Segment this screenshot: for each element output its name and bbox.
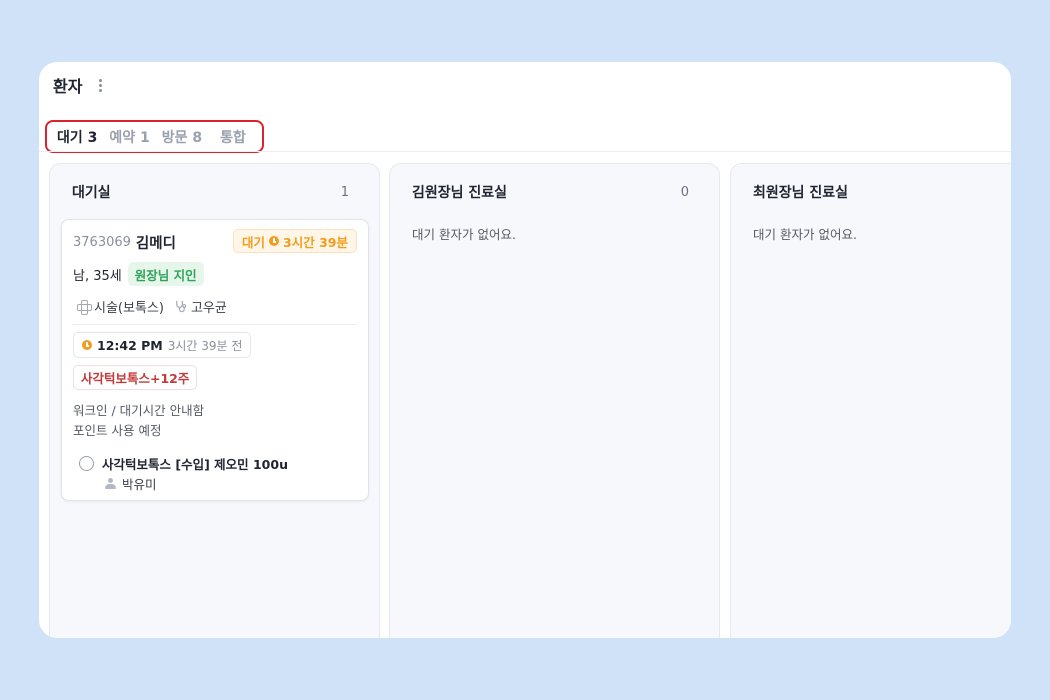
treatment-label: 시술(보톡스) — [94, 301, 164, 316]
card-divider — [73, 324, 357, 325]
tab-visit[interactable]: 방문 8 — [162, 127, 202, 147]
empty-message: 대기 환자가 없어요. — [412, 227, 516, 242]
stethoscope-icon — [176, 300, 187, 313]
column-count: 1 — [340, 184, 349, 200]
clock-icon — [269, 236, 280, 246]
user-icon — [105, 478, 116, 489]
time-chip: 12:42 PM 3시간 39분 전 — [73, 332, 252, 358]
doctor-name: 고우균 — [190, 301, 227, 316]
patient-panel: 환자 대기 3 예약 1 방문 8 통합 대기실 1 3763069 김메디 대… — [39, 62, 1011, 638]
status-badge: 대기 3시간 39분 — [233, 229, 357, 253]
status-time: 3시간 39분 — [283, 234, 348, 250]
header-divider — [39, 151, 1011, 152]
clock-icon — [82, 340, 92, 350]
column-title: 김원장님 진료실 — [412, 185, 508, 201]
column-waiting-room: 대기실 1 3763069 김메디 대기 3시간 39분 남, 35세 원장님 … — [49, 163, 380, 638]
patient-tag: 원장님 지인 — [127, 262, 204, 286]
treatment-info: 시술(보톡스) — [77, 297, 164, 316]
task-label: 사각턱보톡스 [수입] 제오민 100u — [102, 457, 288, 472]
tab-bar: 대기 3 예약 1 방문 8 통합 — [45, 120, 264, 153]
tab-reservation[interactable]: 예약 1 — [109, 127, 149, 147]
task-checkbox[interactable] — [79, 456, 94, 471]
time-ago: 3시간 39분 전 — [167, 338, 243, 353]
empty-message: 대기 환자가 없어요. — [753, 227, 857, 242]
column-count: 0 — [680, 184, 689, 200]
column-doctor-choi: 최원장님 진료실 대기 환자가 없어요. — [730, 163, 1011, 638]
arrival-time: 12:42 PM — [97, 337, 163, 353]
tab-waiting[interactable]: 대기 3 — [57, 127, 97, 147]
status-label: 대기 — [242, 234, 266, 250]
chart-number: 3763069 — [73, 235, 131, 250]
doctor-info: 고우균 — [174, 297, 227, 316]
page-title: 환자 — [53, 77, 83, 96]
tab-integrated[interactable]: 통합 — [220, 127, 246, 147]
medical-cross-icon — [77, 300, 92, 315]
memo-line: 포인트 사용 예정 — [73, 423, 162, 438]
memo-line: 워크인 / 대기시간 안내함 — [73, 403, 205, 418]
patient-name[interactable]: 김메디 — [136, 232, 176, 253]
assignee-name: 박유미 — [122, 477, 157, 492]
panel-header: 환자 — [53, 75, 106, 96]
column-title: 대기실 — [72, 185, 111, 201]
gender-age: 남, 35세 — [73, 268, 122, 284]
patient-card[interactable]: 3763069 김메디 대기 3시간 39분 남, 35세 원장님 지인 시술(… — [61, 219, 369, 501]
column-doctor-kim: 김원장님 진료실 0 대기 환자가 없어요. — [389, 163, 720, 638]
column-title: 최원장님 진료실 — [753, 185, 849, 201]
procedure-tag: 사각턱보톡스+12주 — [73, 365, 198, 390]
more-vertical-icon[interactable] — [94, 77, 106, 93]
